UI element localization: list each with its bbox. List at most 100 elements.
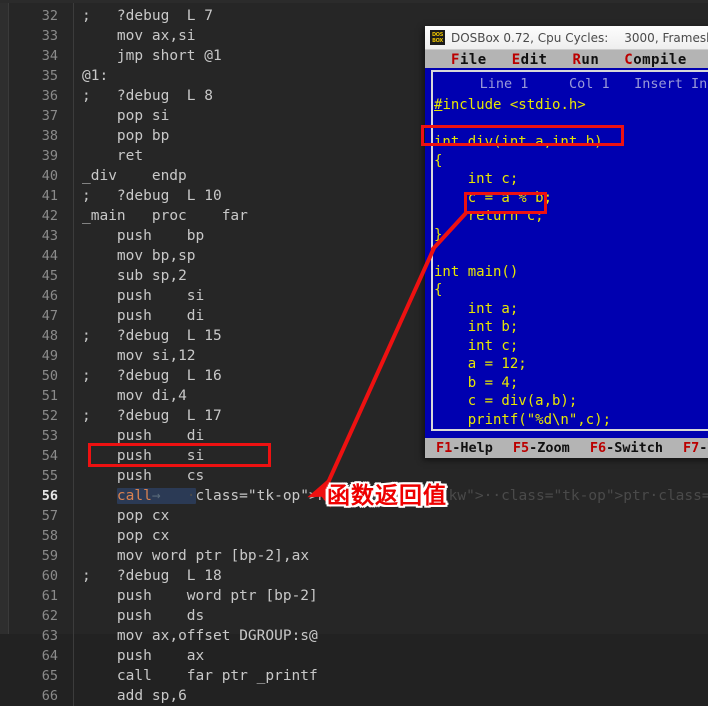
asm-gutter-divider xyxy=(73,286,74,306)
asm-gutter-divider xyxy=(73,386,74,406)
asm-line-text[interactable]: mov word ptr [bp-2],ax xyxy=(82,546,310,566)
turboc-code-line[interactable]: { xyxy=(434,281,611,300)
asm-line-text[interactable]: mov bp,sp xyxy=(82,246,196,266)
asm-line-text[interactable]: ; ?debug L 8 xyxy=(82,86,213,106)
asm-line[interactable]: 32 ; ?debug L 7 xyxy=(0,6,708,26)
asm-line[interactable]: 58 pop cx xyxy=(0,526,708,546)
asm-gutter-divider xyxy=(73,226,74,246)
asm-line-text[interactable]: _div endp xyxy=(82,166,187,186)
turboc-function-key-bar[interactable]: F1-Help F5-Zoom F6-Switch F7-Tr xyxy=(425,438,708,458)
annotation-box-return-c xyxy=(464,192,547,214)
asm-line-text[interactable]: pop cx xyxy=(82,526,170,546)
asm-line-text[interactable]: push bp xyxy=(82,226,205,246)
turboc-code-line[interactable]: printf("%d\n",c); xyxy=(434,411,611,430)
asm-gutter-divider xyxy=(73,326,74,346)
asm-line-text[interactable]: call far ptr _printf xyxy=(82,666,318,686)
asm-line-text[interactable]: _main proc far xyxy=(82,206,248,226)
turboc-code-line[interactable]: int c; xyxy=(434,170,611,189)
asm-line-text[interactable]: ; ?debug L 17 xyxy=(82,406,222,426)
asm-line-number: 42 xyxy=(41,208,58,224)
asm-line-number: 60 xyxy=(41,568,58,584)
dosbox-titlebar[interactable]: DOS BOX DOSBox 0.72, Cpu Cycles: 3000, Fr… xyxy=(425,26,708,50)
asm-line-text[interactable]: add sp,6 xyxy=(82,686,187,706)
asm-gutter-divider xyxy=(73,566,74,586)
asm-gutter-divider xyxy=(73,146,74,166)
asm-gutter-divider xyxy=(73,366,74,386)
turboc-code-line[interactable]: } xyxy=(434,226,611,245)
asm-line-text[interactable]: ; ?debug L 15 xyxy=(82,326,222,346)
turboc-menubar[interactable]: FileEditRunCompilePr xyxy=(425,50,708,69)
turboc-code-line[interactable]: int main() xyxy=(434,263,611,282)
asm-line-text[interactable]: push cs xyxy=(82,466,205,486)
asm-line-text[interactable]: mov si,12 xyxy=(82,346,196,366)
asm-line[interactable]: 64 push ax xyxy=(0,646,708,666)
asm-line-number: 58 xyxy=(41,528,58,544)
turboc-code-line[interactable]: #include <stdio.h> xyxy=(434,96,611,115)
asm-line-text[interactable]: push ds xyxy=(82,606,205,626)
asm-gutter-divider xyxy=(73,546,74,566)
turboc-code-line[interactable] xyxy=(434,244,611,263)
turboc-function-key[interactable]: F1-Help xyxy=(436,440,493,456)
asm-line-text[interactable]: jmp short @1 xyxy=(82,46,222,66)
asm-line-number: 64 xyxy=(41,648,58,664)
asm-line-text[interactable]: ret xyxy=(82,146,144,166)
asm-line-text[interactable]: ; ?debug L 7 xyxy=(82,6,213,26)
asm-line-number: 46 xyxy=(41,288,58,304)
turboc-code-line[interactable]: int c; xyxy=(434,337,611,356)
turboc-function-key[interactable]: F5-Zoom xyxy=(513,440,570,456)
turboc-menu-item[interactable]: Edit xyxy=(512,52,548,68)
asm-line-text[interactable]: ; ?debug L 10 xyxy=(82,186,222,206)
asm-line-number: 34 xyxy=(41,48,58,64)
dosbox-window[interactable]: DOS BOX DOSBox 0.72, Cpu Cycles: 3000, Fr… xyxy=(425,26,708,458)
turboc-menu-item[interactable]: Compile xyxy=(624,52,687,68)
asm-gutter-divider xyxy=(73,586,74,606)
asm-gutter-divider xyxy=(73,626,74,646)
asm-line-text[interactable]: ; ?debug L 18 xyxy=(82,566,222,586)
asm-line[interactable]: 66 add sp,6 xyxy=(0,686,708,706)
turboc-menu-item[interactable]: Run xyxy=(572,52,599,68)
asm-line[interactable]: 60 ; ?debug L 18 xyxy=(0,566,708,586)
turboc-code-line[interactable]: { xyxy=(434,152,611,171)
window-top-edge xyxy=(0,0,708,3)
turboc-code-line[interactable]: b = 4; xyxy=(434,374,611,393)
dosbox-title-text: DOSBox 0.72, Cpu Cycles: 3000, Frameski xyxy=(451,31,708,45)
asm-line-text[interactable]: sub sp,2 xyxy=(82,266,187,286)
asm-line[interactable]: 62 push ds xyxy=(0,606,708,626)
asm-line[interactable]: 65 call far ptr _printf xyxy=(0,666,708,686)
asm-line[interactable]: 59 mov word ptr [bp-2],ax xyxy=(0,546,708,566)
asm-line-text[interactable]: pop bp xyxy=(82,126,170,146)
asm-line-number: 37 xyxy=(41,108,58,124)
menu-item-label: un xyxy=(581,51,600,68)
annotation-box-int-div xyxy=(421,125,624,146)
turboc-edit-window[interactable]: Line 1 Col 1 Insert In #include <stdio.h… xyxy=(425,68,708,441)
asm-line-number: 33 xyxy=(41,28,58,44)
asm-line-text[interactable]: push ax xyxy=(82,646,205,666)
asm-line-text[interactable]: ; ?debug L 16 xyxy=(82,366,222,386)
fkey-action: -Tr xyxy=(699,440,708,456)
asm-line-number: 41 xyxy=(41,188,58,204)
turboc-function-key[interactable]: F7-Tr xyxy=(683,440,708,456)
asm-line-number: 55 xyxy=(41,468,58,484)
asm-line-text[interactable]: pop si xyxy=(82,106,170,126)
asm-line-text[interactable]: mov di,4 xyxy=(82,386,187,406)
asm-gutter-divider xyxy=(73,466,74,486)
asm-line-text[interactable]: push di xyxy=(82,306,205,326)
turboc-code-line[interactable]: int a; xyxy=(434,300,611,319)
asm-line-text[interactable]: push si xyxy=(82,286,205,306)
asm-line-text[interactable]: mov ax,offset DGROUP:s@ xyxy=(82,626,318,646)
turboc-function-key[interactable]: F6-Switch xyxy=(590,440,663,456)
asm-line-number: 56 xyxy=(41,488,58,504)
asm-line-text[interactable]: pop cx xyxy=(82,506,170,526)
turboc-code-line[interactable]: int b; xyxy=(434,318,611,337)
asm-line[interactable]: 63 mov ax,offset DGROUP:s@ xyxy=(0,626,708,646)
asm-gutter-divider xyxy=(73,66,74,86)
turboc-code-line[interactable]: a = 12; xyxy=(434,355,611,374)
asm-line-text[interactable]: mov ax,si xyxy=(82,26,196,46)
asm-gutter-divider xyxy=(73,526,74,546)
turboc-menu-item[interactable]: File xyxy=(451,52,487,68)
asm-line-number: 61 xyxy=(41,588,58,604)
asm-line[interactable]: 61 push word ptr [bp-2] xyxy=(0,586,708,606)
turboc-code-line[interactable]: c = div(a,b); xyxy=(434,392,611,411)
asm-line-text[interactable]: push word ptr [bp-2] xyxy=(82,586,318,606)
asm-line-text[interactable]: @1: xyxy=(82,66,109,86)
